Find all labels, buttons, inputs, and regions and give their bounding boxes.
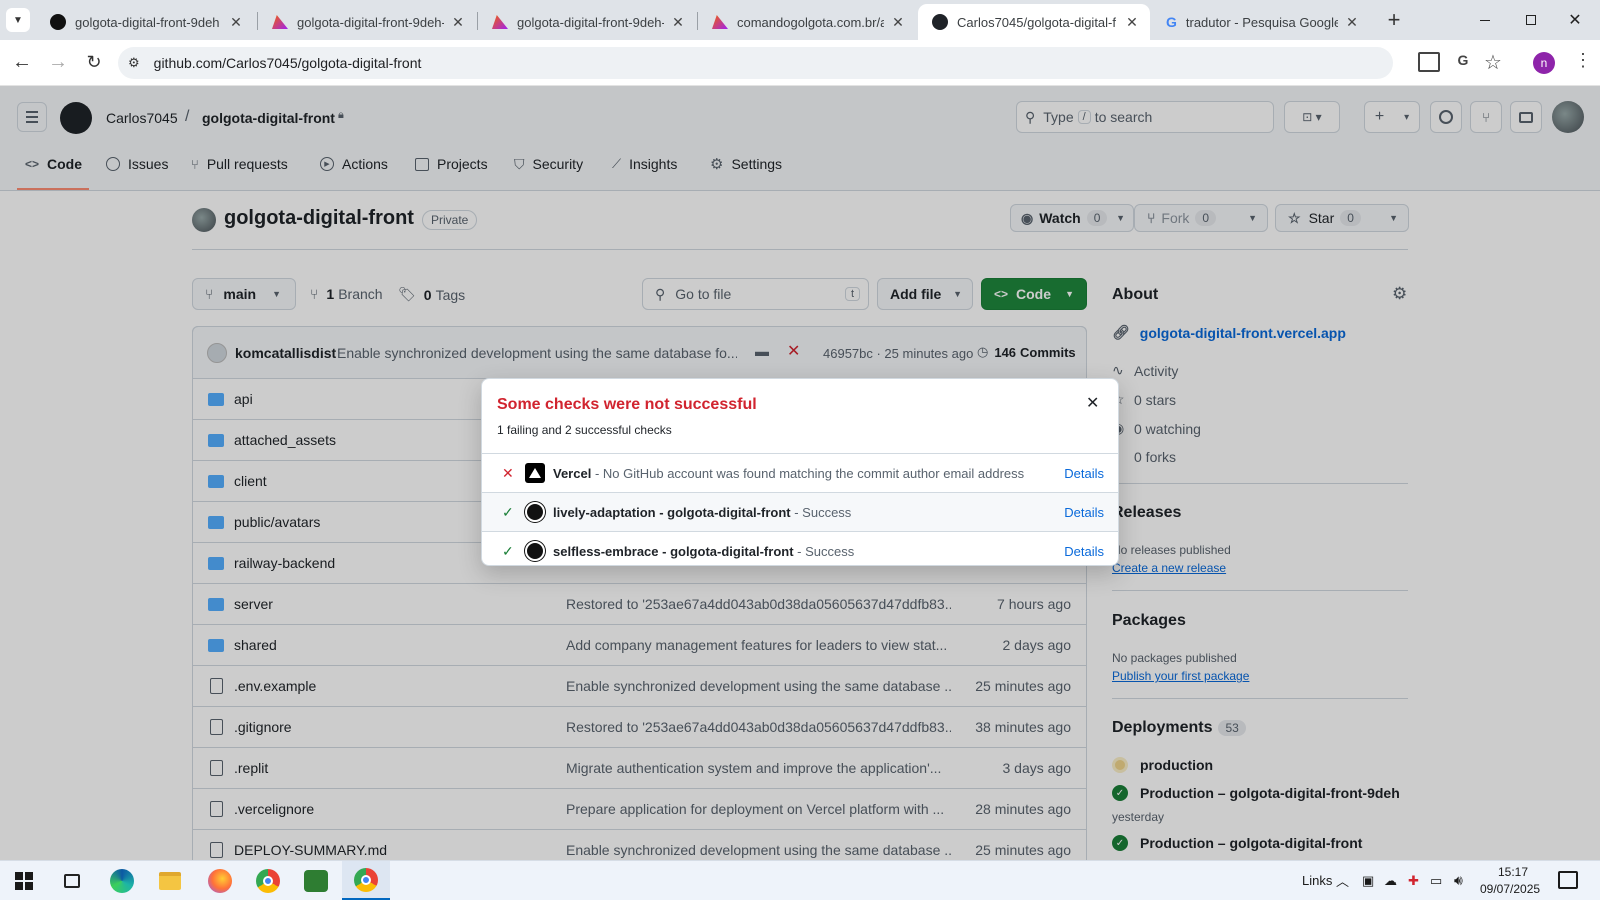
- popup-title: Some checks were not successful: [497, 396, 757, 413]
- browser-tab-bar: ▼ golgota-digital-front-9deh - ✕ golgota…: [0, 0, 1600, 40]
- minimize-icon[interactable]: [1470, 12, 1500, 28]
- github-page: Carlos7045 / golgota-digital-front 🔒︎ ⚲ …: [0, 86, 1600, 860]
- check-description: - Success: [794, 504, 852, 520]
- app-icon-green[interactable]: [292, 861, 340, 900]
- replit-favicon-icon: [272, 15, 288, 29]
- close-icon[interactable]: ✕: [450, 14, 466, 30]
- popup-subtitle: 1 failing and 2 successful checks: [497, 423, 672, 437]
- url-text: github.com/Carlos7045/golgota-digital-fr…: [153, 55, 422, 71]
- details-link[interactable]: Details: [1064, 505, 1104, 520]
- bookmark-star-icon[interactable]: ☆: [1484, 50, 1502, 75]
- browser-tab-active[interactable]: Carlos7045/golgota-digital-f ✕: [918, 4, 1150, 40]
- github-favicon-icon: [50, 14, 66, 30]
- success-check-icon: ✓: [502, 503, 514, 520]
- file-explorer-icon[interactable]: [146, 861, 194, 900]
- check-name: lively-adaptation - golgota-digital-fron…: [553, 504, 791, 520]
- close-window-icon[interactable]: ✕: [1560, 10, 1590, 30]
- security-tray-icon[interactable]: ✚: [1408, 873, 1419, 889]
- browser-tab[interactable]: golgota-digital-front-9deh-g ✕: [478, 4, 696, 40]
- check-name: selfless-embrace - golgota-digital-front: [553, 543, 794, 559]
- replit-favicon-icon: [492, 15, 508, 29]
- check-row: ✓ lively-adaptation - golgota-digital-fr…: [482, 492, 1118, 531]
- success-check-icon: ✓: [502, 542, 514, 559]
- tab-title: comandogolgota.com.br/aut: [737, 14, 884, 30]
- reload-icon[interactable]: ↻: [82, 50, 106, 74]
- browser-tab[interactable]: comandogolgota.com.br/aut ✕: [698, 4, 916, 40]
- browser-tab[interactable]: golgota-digital-front-9deh-e ✕: [258, 4, 476, 40]
- site-info-icon[interactable]: ⚙: [128, 55, 140, 71]
- browser-tab[interactable]: G tradutor - Pesquisa Google ✕: [1152, 4, 1370, 40]
- check-description: - Success: [797, 543, 855, 559]
- back-icon[interactable]: ←: [10, 50, 34, 74]
- replit-favicon-icon: [712, 15, 728, 29]
- close-icon[interactable]: ✕: [1124, 14, 1140, 30]
- tab-title: Carlos7045/golgota-digital-f: [957, 14, 1116, 30]
- chrome-profile-icon[interactable]: [342, 861, 390, 900]
- onedrive-icon[interactable]: ☁: [1384, 873, 1397, 889]
- tab-search-button[interactable]: ▼: [6, 8, 30, 32]
- profile-avatar[interactable]: n: [1533, 52, 1555, 74]
- restore-icon[interactable]: [1516, 12, 1546, 28]
- forward-icon[interactable]: →: [46, 50, 70, 74]
- details-link[interactable]: Details: [1064, 544, 1104, 559]
- clock-date[interactable]: 09/07/2025: [1480, 882, 1540, 896]
- new-tab-button[interactable]: +: [1382, 7, 1406, 32]
- check-row: ✓ selfless-embrace - golgota-digital-fro…: [482, 531, 1118, 570]
- notification-icon[interactable]: [1558, 871, 1578, 889]
- check-name: Vercel: [553, 465, 592, 481]
- github-favicon-icon: [932, 14, 948, 30]
- clock-time[interactable]: 15:17: [1498, 865, 1528, 879]
- links-toolbar-label[interactable]: Links: [1302, 873, 1332, 888]
- chevron-up-icon[interactable]: ︿: [1336, 871, 1349, 890]
- windows-taskbar: Links ︿ ▣ ☁ ✚ ▭ 🔊︎ 15:17 09/07/2025: [0, 860, 1600, 900]
- edge-browser-icon[interactable]: [98, 861, 146, 900]
- volume-icon[interactable]: 🔊︎: [1454, 872, 1463, 889]
- vercel-logo-icon: [525, 463, 545, 483]
- close-icon[interactable]: ✕: [890, 14, 906, 30]
- close-icon[interactable]: ✕: [228, 14, 244, 30]
- translate-icon[interactable]: G: [1452, 52, 1474, 72]
- tab-title: golgota-digital-front-9deh -: [75, 14, 222, 30]
- task-view-icon[interactable]: [48, 861, 96, 900]
- popup-close-icon[interactable]: ✕: [1086, 393, 1099, 413]
- failure-x-icon: ✕: [502, 464, 514, 481]
- check-row: ✕ Vercel - No GitHub account was found m…: [482, 453, 1118, 492]
- railway-logo-icon: [525, 541, 545, 561]
- install-app-icon[interactable]: [1418, 52, 1440, 72]
- network-icon[interactable]: ▭: [1430, 873, 1442, 889]
- url-bar[interactable]: ⚙ github.com/Carlos7045/golgota-digital-…: [118, 47, 1393, 79]
- firefox-icon[interactable]: [196, 861, 244, 900]
- browser-menu-icon[interactable]: ⋮: [1574, 50, 1592, 71]
- tray-icon[interactable]: ▣: [1362, 873, 1374, 889]
- railway-logo-icon: [525, 502, 545, 522]
- close-icon[interactable]: ✕: [670, 14, 686, 30]
- tab-title: golgota-digital-front-9deh-e: [297, 14, 444, 30]
- details-link[interactable]: Details: [1064, 466, 1104, 481]
- tab-title: golgota-digital-front-9deh-g: [517, 14, 664, 30]
- chevron-down-icon: ▼: [13, 14, 23, 26]
- chrome-icon[interactable]: [244, 861, 292, 900]
- tab-title: tradutor - Pesquisa Google: [1185, 14, 1338, 30]
- check-description: - No GitHub account was found matching t…: [594, 465, 1025, 481]
- checks-popup: Some checks were not successful ✕ 1 fail…: [481, 378, 1119, 566]
- browser-tab[interactable]: golgota-digital-front-9deh - ✕: [36, 4, 254, 40]
- google-favicon-icon: G: [1166, 14, 1177, 30]
- windows-start-icon[interactable]: [0, 861, 48, 900]
- close-icon[interactable]: ✕: [1344, 14, 1360, 30]
